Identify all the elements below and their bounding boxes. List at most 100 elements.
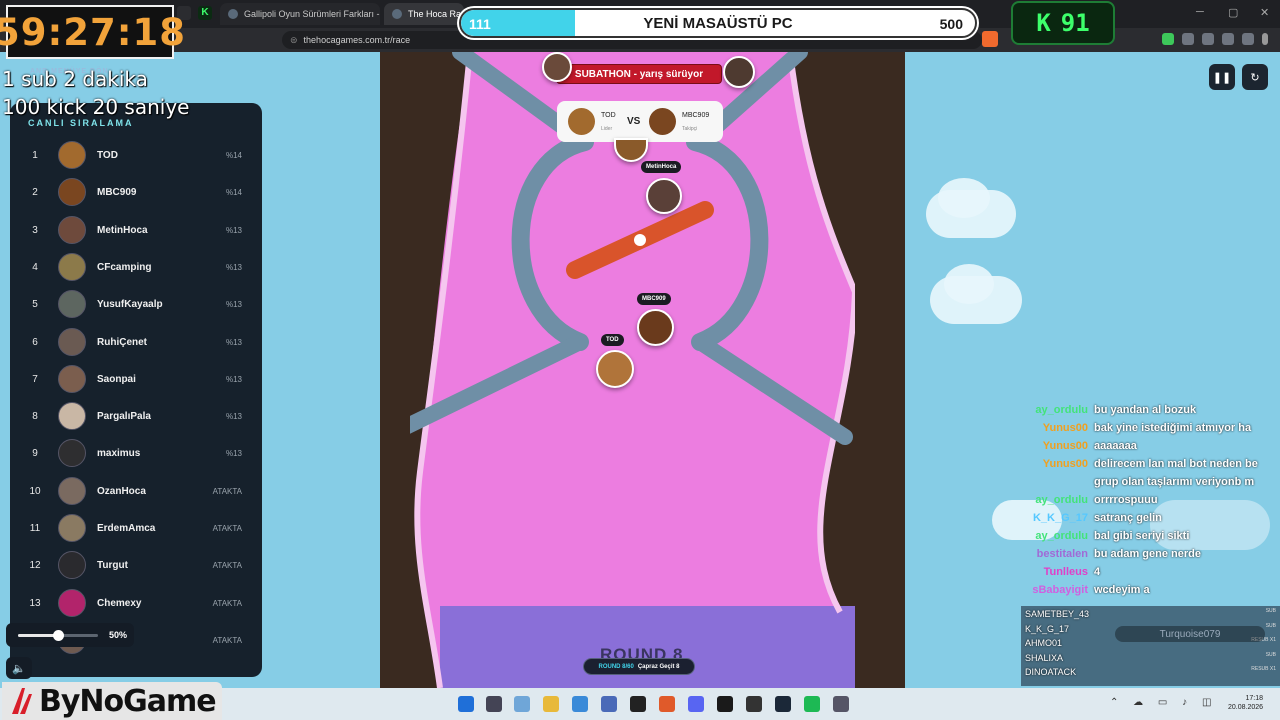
ball-tag: MetinHoca	[641, 161, 682, 173]
player-avatar	[58, 327, 86, 356]
search-icon[interactable]	[486, 696, 502, 712]
player-name: maximus	[97, 448, 141, 460]
folder-icon[interactable]	[543, 696, 559, 712]
player-avatar	[58, 215, 86, 244]
chat-message: ay_ordulu bal gibi seriyi sikti	[1030, 530, 1189, 548]
rank-number: 12	[29, 560, 41, 572]
vpn-icon[interactable]	[1242, 33, 1254, 45]
alert-type: SUB	[1265, 651, 1276, 658]
player-ball	[542, 52, 572, 82]
rank-number: 4	[32, 261, 38, 273]
minimize-icon[interactable]: ─	[1196, 6, 1204, 18]
player-ball-mbc909	[637, 309, 674, 346]
system-tray-icons[interactable]: ⌃ ☁ ▭ ♪ ◫	[1110, 697, 1217, 708]
rank-number: 7	[32, 373, 38, 385]
pause-button[interactable]: ❚❚	[1209, 64, 1235, 90]
volume-control[interactable]: 50%	[6, 623, 134, 647]
restart-button[interactable]: ↻	[1242, 64, 1268, 90]
obs-icon[interactable]	[746, 696, 762, 712]
start-icon[interactable]	[458, 696, 474, 712]
restart-icon: ↻	[1250, 71, 1260, 84]
notion-icon[interactable]	[630, 696, 646, 712]
player-name: OzanHoca	[97, 485, 146, 497]
app-icon[interactable]	[833, 696, 849, 712]
clock-time: 17:18	[1245, 695, 1264, 702]
tab-gallipoli[interactable]: Gallipoli Oyun Sürümleri Farkları - G	[220, 3, 380, 25]
chat-username: Yunus00	[1042, 440, 1088, 452]
globe-icon	[228, 9, 238, 19]
brave-icon[interactable]	[659, 696, 675, 712]
brave-shield-icon[interactable]	[982, 31, 998, 47]
ranking-row: 6 RuhiÇenet %13	[10, 325, 262, 362]
rank-number: 3	[32, 224, 38, 236]
follower-avatar	[649, 108, 676, 135]
player-name: Chemexy	[97, 597, 142, 609]
chat-message: Tunlleus 4	[1030, 566, 1101, 584]
player-status: ATAKTA	[212, 635, 242, 645]
volume-knob[interactable]	[53, 630, 64, 641]
app-icon[interactable]	[601, 696, 617, 712]
chat-message: ay_ordulu orrrrospuuu	[1030, 494, 1157, 512]
chat-text: 4	[1094, 566, 1101, 578]
kick-tab-icon[interactable]: K	[198, 6, 212, 20]
ranking-row: 1 TOD %14	[10, 138, 262, 175]
player-avatar	[58, 588, 86, 617]
player-avatar	[58, 551, 86, 580]
player-name: TOD	[97, 150, 118, 161]
timer-text: 59:27:18	[0, 10, 187, 54]
rank-number: 8	[32, 411, 38, 423]
menu-icon[interactable]	[1262, 33, 1268, 45]
goal-target: 500	[939, 16, 963, 32]
chat-username: ay_ordulu	[1035, 530, 1088, 542]
player-avatar	[58, 178, 86, 207]
site-info-icon[interactable]: ⊜	[290, 35, 298, 46]
steam-icon[interactable]	[775, 696, 791, 712]
ranking-row: 10 OzanHoca ATAKTA	[10, 474, 262, 511]
player-status: %13	[225, 300, 242, 310]
rank-number: 5	[32, 299, 38, 311]
chat-text: aaaaaaa	[1094, 440, 1137, 452]
chat-text: bu adam gene nerde	[1094, 548, 1201, 560]
url-text: thehocagames.com.tr/race	[303, 35, 411, 45]
rule-sub: 1 sub 2 dakika	[2, 67, 148, 91]
alert-type: SUB	[1265, 622, 1276, 629]
download-icon[interactable]	[1222, 33, 1234, 45]
tab-hoca-race[interactable]: The Hoca Ra	[384, 3, 464, 25]
kick-count: 91	[1060, 9, 1090, 37]
cloud	[938, 178, 990, 218]
chat-username: ay_ordulu	[1035, 494, 1088, 506]
spotify-icon[interactable]	[804, 696, 820, 712]
pause-icon: ❚❚	[1212, 71, 1232, 84]
photos-icon[interactable]	[572, 696, 588, 712]
puzzle-icon[interactable]	[1182, 33, 1194, 45]
round-indicator: ROUND 8/60 Çapraz Geçit 8	[583, 658, 695, 675]
chat-text: bal gibi seriyi sikti	[1094, 530, 1190, 542]
player-avatar	[58, 402, 86, 431]
bynogame-logo: ByNoGame	[2, 682, 222, 720]
player-status: %14	[225, 188, 242, 198]
close-icon[interactable]: ✕	[1260, 6, 1269, 19]
chat-message: grup olan taşlarımı veriyonb m	[1030, 476, 1254, 494]
chat-message: Yunus00 delirecem lan mal bot neden be	[1030, 458, 1258, 476]
chat-text: grup olan taşlarımı veriyonb m	[1094, 476, 1255, 488]
chat-username: sBabayigit	[1032, 584, 1088, 596]
widgets-icon[interactable]	[514, 696, 530, 712]
player-name: Saonpai	[97, 373, 136, 385]
clock[interactable]: 17:18 20.08.2026	[1228, 694, 1263, 712]
app-icon[interactable]	[717, 696, 733, 712]
player-name: MBC909	[97, 187, 137, 199]
rank-number: 1	[32, 150, 38, 161]
volume-slider[interactable]	[18, 630, 98, 641]
player-name: CFcamping	[97, 261, 152, 273]
vs-label: VS	[627, 116, 641, 127]
discord-icon[interactable]	[688, 696, 704, 712]
player-avatar	[58, 439, 86, 468]
music-icon[interactable]	[1202, 33, 1214, 45]
extension-icon[interactable]	[1162, 33, 1174, 45]
globe-icon	[392, 9, 402, 19]
chat-text: bak yine istediğimi atmıyor ha	[1094, 422, 1252, 434]
maximize-icon[interactable]: ▢	[1228, 6, 1238, 19]
mute-button[interactable]: 🔈	[6, 657, 32, 679]
alert-badge: Turquoise079	[1115, 626, 1265, 642]
ball-tag: TOD	[601, 334, 624, 346]
